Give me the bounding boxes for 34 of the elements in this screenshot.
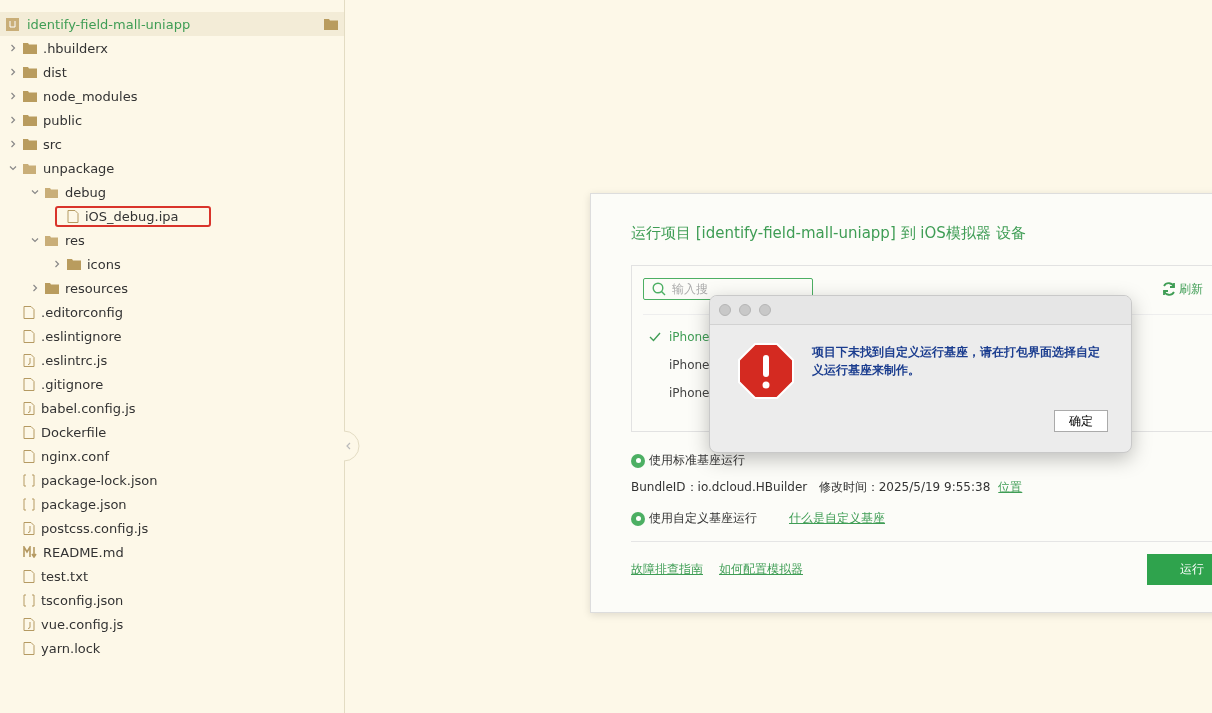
file-name: Dockerfile <box>41 424 107 440</box>
file-name: test.txt <box>41 568 88 584</box>
file-name: .eslintrc.js <box>41 352 108 368</box>
radio-label: 使用标准基座运行 <box>649 452 745 469</box>
file-name: postcss.config.js <box>41 520 149 536</box>
file-name: README.md <box>43 544 124 560</box>
file-name: package-lock.json <box>41 472 158 488</box>
project-name: identify-field-mall-uniapp <box>27 16 192 32</box>
folder-name: icons <box>87 256 121 272</box>
file-name: iOS_debug.ipa <box>85 208 179 224</box>
alert-message: 项目下未找到自定义运行基座，请在打包界面选择自定义运行基座来制作。 <box>812 344 1101 379</box>
radio-label: 使用自定义基座运行 <box>649 510 757 527</box>
folder-name: resources <box>65 280 128 296</box>
folder-name: public <box>43 112 83 128</box>
device-name: iPhone <box>669 330 710 344</box>
folder-name: dist <box>43 64 67 80</box>
file-name: .eslintignore <box>41 328 122 344</box>
file-name: vue.config.js <box>41 616 124 632</box>
file-name: .editorconfig <box>41 304 123 320</box>
folder-name: src <box>43 136 62 152</box>
folder-name: node_modules <box>43 88 138 104</box>
file-name: yarn.lock <box>41 640 101 656</box>
folder-name: debug <box>65 184 106 200</box>
file-name: babel.config.js <box>41 400 136 416</box>
file-name: package.json <box>41 496 127 512</box>
folder-name: unpackage <box>43 160 115 176</box>
folder-name: res <box>65 232 85 248</box>
folder-name: .hbuilderx <box>43 40 109 56</box>
file-name: .gitignore <box>41 376 104 392</box>
file-name: nginx.conf <box>41 448 110 464</box>
bundle-info: BundleID：io.dcloud.HBuilder 修改时间：2025/5/19 9:55:38 <box>631 479 991 496</box>
file-name: tsconfig.json <box>41 592 124 608</box>
device-name: iPhone <box>669 386 710 400</box>
dialog-title: 运行项目 [identify-field-mall-uniapp] 到 iOS模拟器 设备 <box>631 224 1027 243</box>
